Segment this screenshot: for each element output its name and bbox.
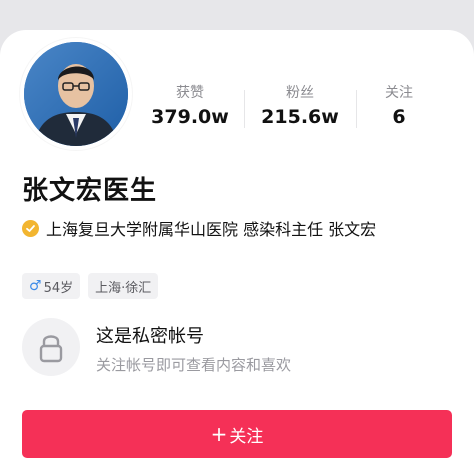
- following-label: 关注: [385, 85, 413, 101]
- followers-value: 215.6w: [261, 106, 339, 128]
- private-title: 这是私密帐号: [96, 326, 204, 347]
- age-label: 54岁: [43, 280, 74, 296]
- location-tag: 上海·徐汇: [88, 273, 159, 299]
- follow-label: 关注: [229, 426, 264, 447]
- likes-label: 获赞: [176, 85, 204, 101]
- location-label: 上海·徐汇: [95, 280, 152, 296]
- profile-name: 张文宏医生: [22, 176, 158, 206]
- likes-stat: 获赞 379.0w: [140, 84, 240, 130]
- profile-screen: 获赞 379.0w 粉丝 215.6w 关注 6 张文宏医生 上海复旦大学附属华…: [0, 0, 474, 474]
- likes-value: 379.0w: [151, 106, 229, 128]
- plus-icon: +: [210, 422, 228, 446]
- followers-label: 粉丝: [286, 85, 314, 101]
- followers-stat[interactable]: 粉丝 215.6w: [250, 84, 350, 130]
- male-icon: ♂: [29, 278, 42, 294]
- profile-card: 获赞 379.0w 粉丝 215.6w 关注 6 张文宏医生 上海复旦大学附属华…: [0, 30, 474, 474]
- private-subtitle: 关注帐号即可查看内容和喜欢: [96, 356, 292, 374]
- stats-divider: [244, 90, 245, 128]
- lock-icon: [22, 318, 80, 376]
- avatar-photo-icon: [24, 42, 128, 146]
- avatar[interactable]: [20, 38, 132, 150]
- verified-check-icon: [22, 219, 39, 237]
- follow-button[interactable]: + 关注: [22, 410, 452, 458]
- profile-tags: ♂ 54岁 上海·徐汇: [22, 273, 166, 299]
- profile-stats: 获赞 379.0w 粉丝 215.6w 关注 6: [140, 84, 460, 134]
- verification-row: 上海复旦大学附属华山医院 感染科主任 张文宏: [22, 216, 376, 240]
- age-tag: ♂ 54岁: [22, 273, 81, 299]
- verification-text: 上海复旦大学附属华山医院 感染科主任 张文宏: [46, 220, 377, 239]
- following-stat[interactable]: 关注 6: [349, 84, 449, 130]
- private-account-notice: 这是私密帐号 关注帐号即可查看内容和喜欢: [22, 318, 452, 382]
- following-value: 6: [392, 106, 406, 128]
